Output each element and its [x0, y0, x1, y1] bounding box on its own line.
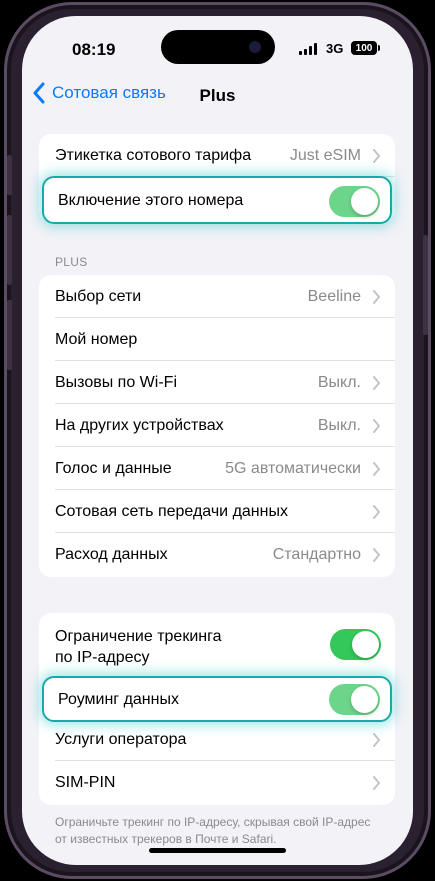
battery-level: 100 — [355, 42, 373, 54]
row-wifi-calling[interactable]: Вызовы по Wi-Fi Выкл. — [39, 361, 395, 404]
row-other-devices[interactable]: На других устройствах Выкл. — [39, 404, 395, 447]
row-value: Выкл. — [317, 417, 361, 434]
row-sim-pin[interactable]: SIM-PIN — [39, 761, 395, 804]
chevron-right-icon — [373, 733, 380, 747]
dynamic-island — [161, 30, 275, 64]
row-label: Этикетка сотового тарифа — [55, 147, 252, 164]
row-label: Включение этого номера — [58, 192, 244, 209]
toggle-limit-ip-tracking[interactable] — [330, 629, 381, 660]
mute-switch — [7, 155, 12, 195]
row-label: Расход данных — [55, 546, 168, 563]
row-voice-and-data[interactable]: Голос и данные 5G автоматически — [39, 447, 395, 490]
row-cellular-data-network[interactable]: Сотовая сеть передачи данных — [39, 490, 395, 533]
row-label-line1: Ограничение трекинга — [55, 628, 222, 645]
row-network-selection[interactable]: Выбор сети Beeline — [39, 275, 395, 318]
signal-icon — [299, 43, 317, 55]
network-type: 3G — [326, 41, 344, 56]
chevron-right-icon — [373, 776, 380, 790]
chevron-right-icon — [373, 505, 380, 519]
row-limit-ip-tracking[interactable]: Ограничение трекинга по IP-адресу — [39, 613, 395, 675]
row-my-number[interactable]: Мой номер — [39, 318, 395, 361]
row-label: Мой номер — [55, 331, 138, 348]
toggle-turn-on-this-line[interactable] — [329, 186, 380, 217]
toggle-knob — [352, 631, 379, 658]
row-value: Выкл. — [317, 374, 361, 391]
row-label: На других устройствах — [55, 417, 224, 434]
home-indicator[interactable] — [149, 848, 286, 853]
row-label-line2: по IP-адресу — [55, 649, 150, 666]
row-label: Услуги оператора — [55, 731, 187, 748]
chevron-right-icon — [373, 419, 380, 433]
screen: 08:19 3G 100 Сотовая связь Plus Этикетка… — [22, 16, 413, 865]
chevron-right-icon — [373, 548, 380, 562]
status-bar: 08:19 3G 100 — [22, 16, 413, 76]
chevron-right-icon — [373, 462, 380, 476]
page-title-text: Plus — [199, 86, 236, 105]
row-label: Сотовая сеть передачи данных — [55, 503, 288, 520]
row-value: Beeline — [307, 288, 361, 305]
row-cellular-plan-label[interactable]: Этикетка сотового тарифа Just eSIM — [39, 134, 395, 177]
row-label: Голос и данные — [55, 460, 172, 477]
chevron-right-icon — [373, 376, 380, 390]
row-turn-on-this-line[interactable]: Включение этого номера — [42, 176, 392, 224]
status-time: 08:19 — [72, 40, 116, 59]
toggle-knob — [351, 686, 378, 713]
row-data-mode[interactable]: Расход данных Стандартно — [39, 533, 395, 576]
row-label: Ограничение трекинга по IP-адресу — [55, 626, 221, 668]
chevron-right-icon — [373, 149, 380, 163]
battery-icon: 100 — [351, 41, 380, 55]
chevron-right-icon — [373, 290, 380, 304]
volume-down-button — [7, 300, 12, 370]
row-value: Just eSIM — [289, 147, 361, 164]
row-label: Вызовы по Wi-Fi — [55, 374, 177, 391]
footer-note: Ограничьте трекинг по IP-адресу, скрывая… — [55, 815, 371, 846]
page-title: Plus — [22, 86, 413, 106]
row-value: 5G автоматически — [225, 460, 361, 477]
row-carrier-services[interactable]: Услуги оператора — [39, 718, 395, 761]
navigation-bar: Сотовая связь Plus — [22, 78, 413, 114]
camera-icon — [249, 41, 261, 53]
row-label: Выбор сети — [55, 288, 142, 305]
toggle-data-roaming[interactable] — [329, 684, 380, 715]
row-data-roaming[interactable]: Роуминг данных — [42, 676, 392, 722]
row-value: Стандартно — [272, 546, 361, 563]
row-label: Роуминг данных — [58, 691, 179, 708]
group-plus-settings: Выбор сети Beeline Мой номер Вызовы по W… — [39, 275, 395, 577]
power-button — [423, 235, 428, 335]
section-header-plus: PLUS — [55, 255, 88, 269]
row-label: SIM-PIN — [55, 774, 116, 791]
volume-up-button — [7, 215, 12, 285]
toggle-knob — [351, 188, 378, 215]
